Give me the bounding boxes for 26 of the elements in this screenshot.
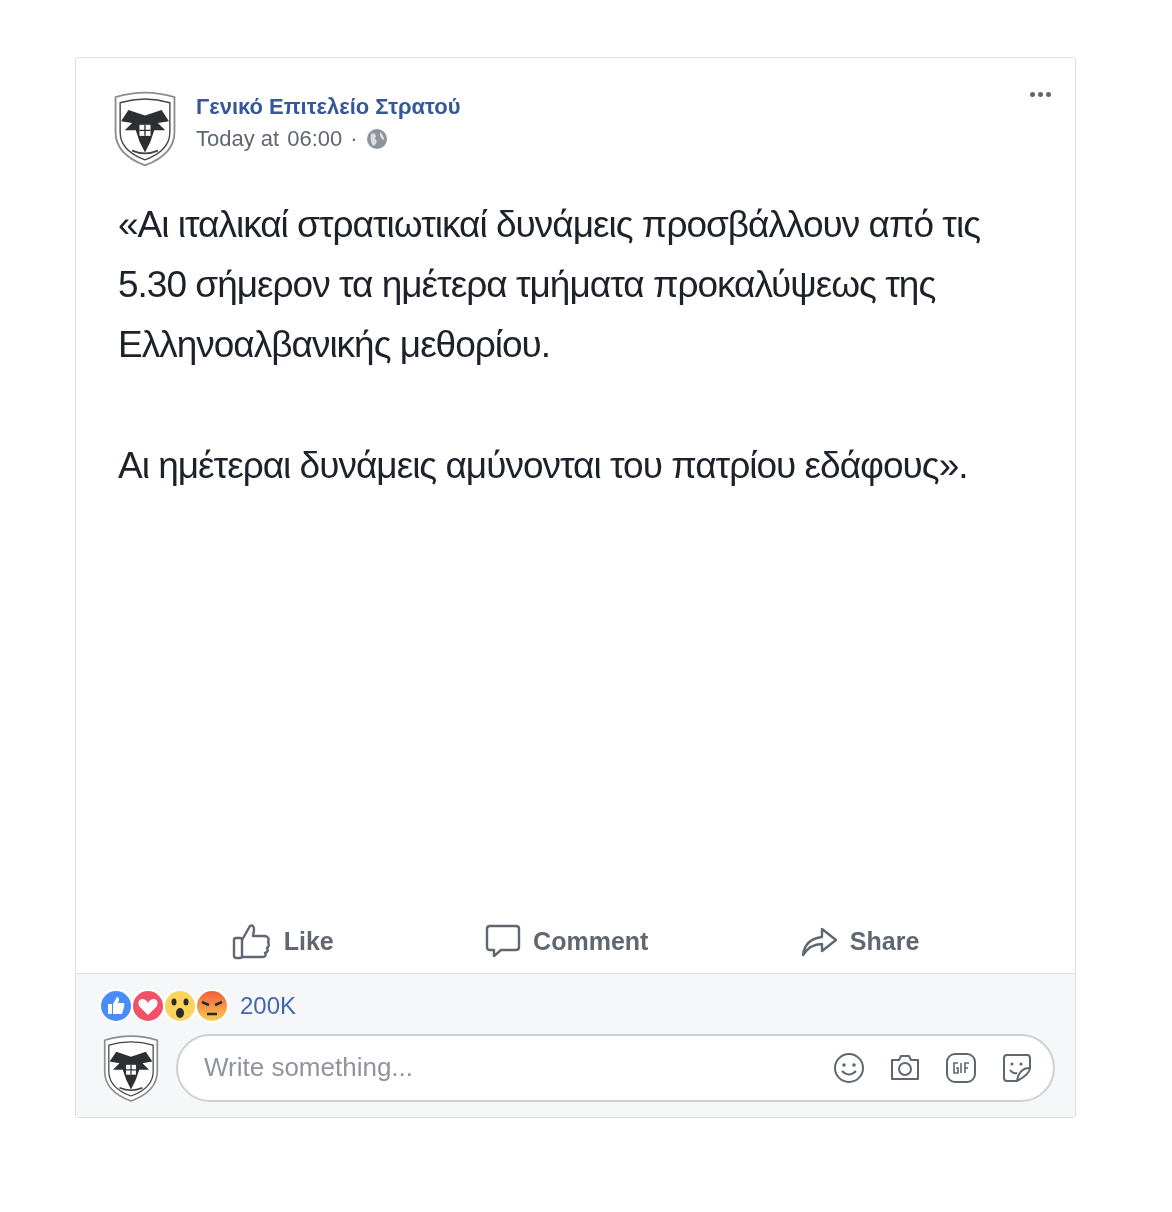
like-button[interactable]: Like — [221, 916, 344, 967]
emoji-button[interactable] — [833, 1051, 865, 1084]
globe-icon — [365, 128, 388, 150]
comment-button[interactable]: Comment — [475, 917, 659, 966]
speech-bubble-icon — [485, 923, 522, 960]
comment-bar[interactable]: Write something... — [176, 1033, 1055, 1102]
heart-reaction-icon — [130, 988, 166, 1025]
post-text: «Αι ιταλικαί στρατιωτικαί δυνάμεις προσβάλλουν από τις 5.30 σήμερον τα ημέτερα τμήματα προκαλύψεως της Ελληνοαλβανικής μεθορίου. — [118, 203, 981, 368]
gif-icon — [945, 1051, 977, 1084]
share-arrow-icon — [799, 925, 838, 958]
smiley-icon — [833, 1051, 865, 1084]
thumbs-up-icon — [231, 922, 272, 961]
angry-emoji-icon — [194, 988, 230, 1025]
separator-dot: · — [350, 126, 358, 152]
comment-field[interactable]: Write something... — [202, 1051, 833, 1085]
reaction-count[interactable]: 200K — [240, 992, 297, 1021]
post-time[interactable]: 06:00 — [287, 126, 343, 152]
post-text: Αι ημέτεραι δυνάμεις αμύνονται του πατρίου εδάφους». — [118, 444, 969, 489]
surprised-emoji-icon — [162, 988, 198, 1025]
like-reaction-icon — [98, 988, 134, 1025]
author-name[interactable]: Γενικό Επιτελείο Στρατού — [196, 94, 461, 120]
share-button[interactable]: Share — [789, 919, 930, 964]
gif-button[interactable] — [945, 1051, 977, 1084]
sticker-icon — [1001, 1051, 1033, 1084]
post-time-label: Today at — [196, 126, 280, 152]
sticker-button[interactable] — [1001, 1051, 1033, 1084]
